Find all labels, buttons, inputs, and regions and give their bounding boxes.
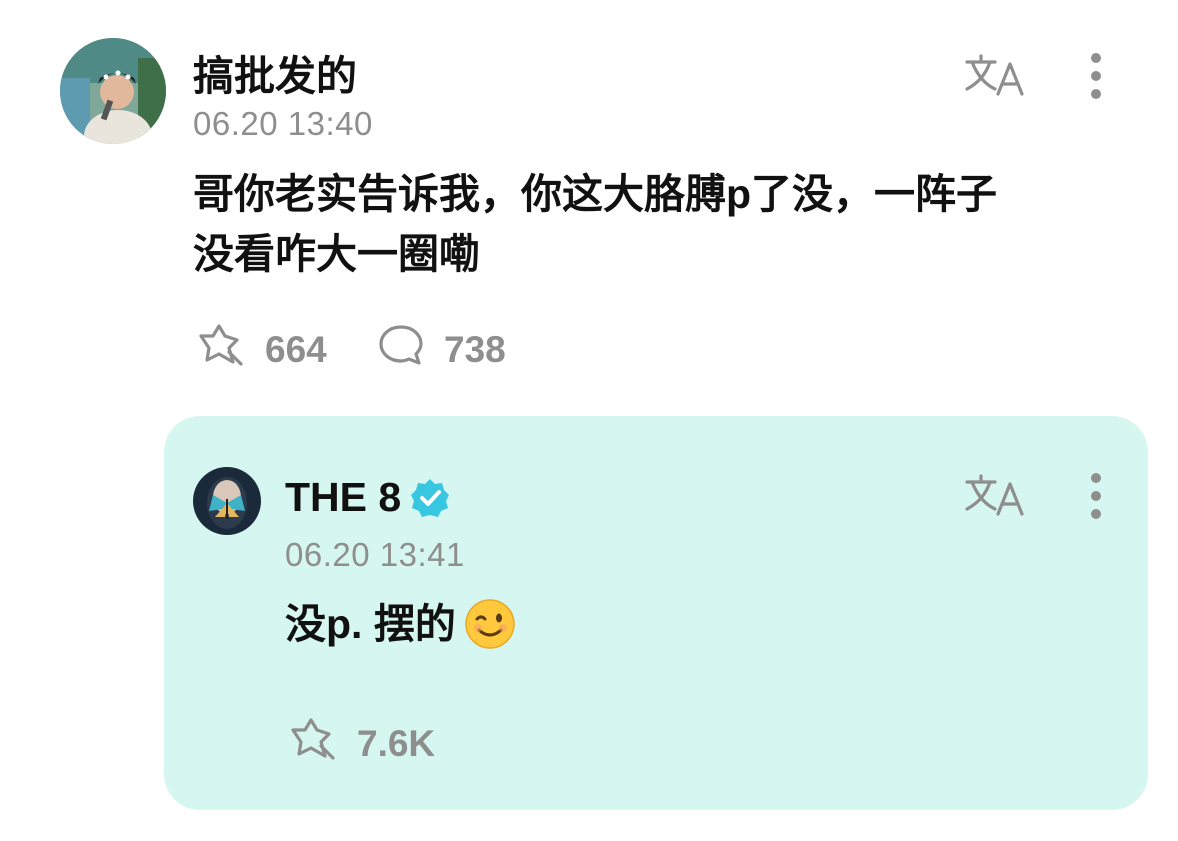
more-vertical-icon[interactable] — [1083, 50, 1109, 102]
reply-more-vertical-icon[interactable] — [1083, 470, 1109, 522]
reply-like-count: 7.6K — [357, 722, 436, 764]
wink-emoji-icon — [464, 598, 516, 650]
commenter-username[interactable]: 搞批发的 — [193, 42, 357, 102]
comment-text: 哥你老实告诉我，你这大胳膊p了没，一阵子 没看咋大一圈嘞 — [193, 164, 1153, 284]
like-count: 664 — [265, 328, 327, 370]
comment-icon[interactable] — [376, 322, 426, 377]
comment-text-line-1: 哥你老实告诉我，你这大胳膊p了没，一阵子 — [193, 171, 998, 217]
reply-translate-icon[interactable] — [964, 472, 1026, 518]
reply-timestamp: 06.20 13:41 — [285, 536, 465, 573]
translate-icon[interactable] — [964, 52, 1026, 98]
comment-text-line-2: 没看咋大一圈嘞 — [193, 231, 480, 277]
reply-text: 没p. 摆的 — [285, 594, 516, 654]
verified-badge-icon — [409, 477, 451, 519]
comment-like-stat[interactable]: 664 — [193, 322, 327, 377]
reply-count: 738 — [444, 328, 506, 370]
reply-avatar[interactable] — [193, 467, 261, 535]
comment-timestamp: 06.20 13:40 — [193, 105, 373, 142]
like-icon[interactable] — [193, 322, 247, 377]
commenter-avatar[interactable] — [60, 38, 166, 144]
reply-username[interactable]: THE 8 — [285, 474, 451, 521]
reply-text-content: 没p. 摆的 — [285, 601, 456, 647]
comment-reply-stat[interactable]: 738 — [376, 322, 506, 377]
reply-like-stat[interactable]: 7.6K — [285, 716, 435, 771]
reply-like-icon[interactable] — [285, 716, 339, 771]
reply-username-text[interactable]: THE 8 — [285, 474, 401, 521]
